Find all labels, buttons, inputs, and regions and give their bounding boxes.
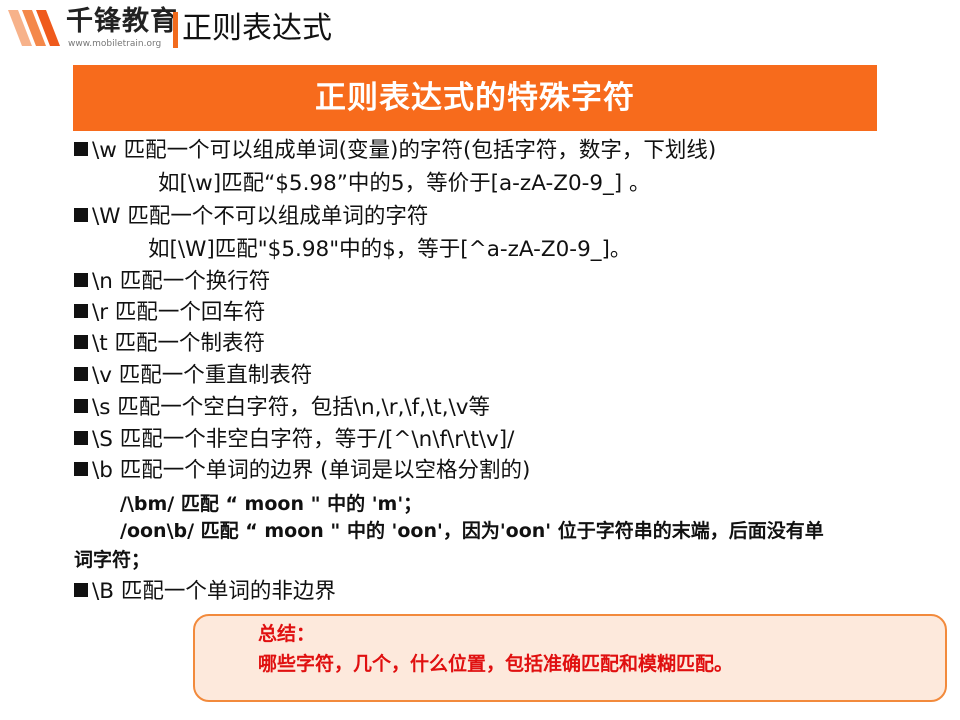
item-text: \r 匹配一个回车符 [92,300,266,325]
bullet-icon [74,273,88,287]
list-item: \W 匹配一个不可以组成单词的字符 [74,202,428,232]
header-divider [173,12,178,48]
item-text: 如[\W]匹配"$5.98"中的$，等于[^a-zA-Z0-9_]。 [148,237,632,262]
item-text: \b 匹配一个单词的边界 (单词是以空格分割的) [92,458,531,483]
list-item: \w 匹配一个可以组成单词(变量)的字符(包括字符，数字，下划线) [74,136,716,166]
item-text: \S 匹配一个非空白字符，等于/[^\n\f\r\t\v]/ [92,427,515,452]
banner-title: 正则表达式的特殊字符 [315,80,635,116]
summary-body: 哪些字符，几个，什么位置，包括准确匹配和模糊匹配。 [258,653,734,675]
list-item: \B 匹配一个单词的非边界 [74,577,336,607]
item-text: \t 匹配一个制表符 [92,331,266,356]
summary-box: 总结： 哪些字符，几个，什么位置，包括准确匹配和模糊匹配。 [193,614,947,702]
list-item: \v 匹配一个重直制表符 [74,361,312,391]
title-banner: 正则表达式的特殊字符 [73,65,877,131]
bullet-icon [74,142,88,156]
logo-name: 千锋教育 [66,6,178,37]
item-text: \n 匹配一个换行符 [92,269,271,294]
list-item: \b 匹配一个单词的边界 (单词是以空格分割的) [74,456,530,486]
logo-url: www.mobiletrain.org [68,39,162,49]
list-item: \S 匹配一个非空白字符，等于/[^\n\f\r\t\v]/ [74,425,514,455]
item-text: /oon\b/ 匹配 “ moon " 中的 'oon'，因为'oon' 位于字… [120,520,824,542]
list-item: 如[\W]匹配"$5.98"中的$，等于[^a-zA-Z0-9_]。 [148,235,631,265]
list-item: \s 匹配一个空白字符，包括\n,\r,\f,\t,\v等 [74,393,490,423]
item-text: \B 匹配一个单词的非边界 [92,579,336,604]
list-item: 如[\w]匹配“$5.98”中的5，等价于[a-zA-Z0-9_] 。 [158,169,651,199]
example-line: /oon\b/ 匹配 “ moon " 中的 'oon'，因为'oon' 位于字… [120,516,824,546]
bullet-icon [74,431,88,445]
item-text: \s 匹配一个空白字符，包括\n,\r,\f,\t,\v等 [92,395,491,420]
item-text: \w 匹配一个可以组成单词(变量)的字符(包括字符，数字，下划线) [92,138,717,163]
header-title: 正则表达式 [182,11,332,46]
bullet-icon [74,367,88,381]
list-item: \t 匹配一个制表符 [74,329,265,359]
summary-heading: 总结： [258,623,316,645]
bullet-icon [74,462,88,476]
bullet-icon [74,208,88,222]
bullet-icon [74,335,88,349]
list-item: \n 匹配一个换行符 [74,267,270,297]
item-text: \W 匹配一个不可以组成单词的字符 [92,204,429,229]
item-text: /\bm/ 匹配 “ moon " 中的 'm'； [120,493,423,515]
item-text: 如[\w]匹配“$5.98”中的5，等价于[a-zA-Z0-9_] 。 [158,171,651,196]
bullet-icon [74,583,88,597]
item-text: \v 匹配一个重直制表符 [92,363,313,388]
item-text: 词字符； [74,549,151,571]
bullet-icon [74,304,88,318]
example-line: 词字符； [74,545,150,575]
bullet-icon [74,399,88,413]
list-item: \r 匹配一个回车符 [74,298,265,328]
logo-icon [8,10,60,46]
example-line: /\bm/ 匹配 “ moon " 中的 'm'； [120,489,422,519]
slide-header: 千锋教育 www.mobiletrain.org 正则表达式 [0,0,960,56]
